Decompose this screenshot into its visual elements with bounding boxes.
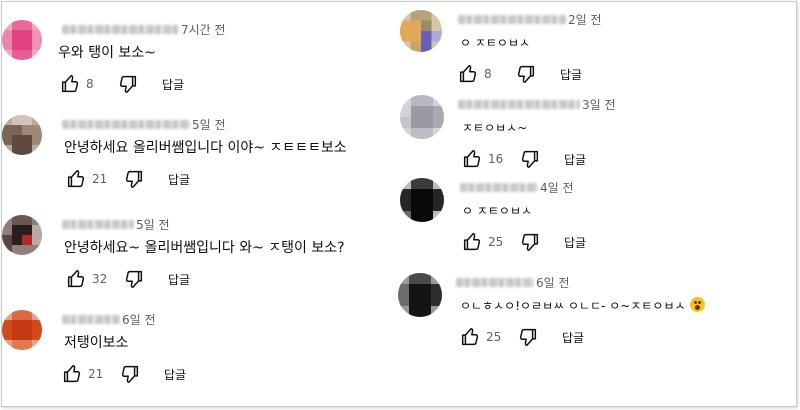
comment-timestamp[interactable]: 2일 전 — [568, 11, 602, 28]
thumbs-up-icon[interactable] — [456, 62, 480, 86]
author-name-blurred[interactable] — [62, 119, 190, 129]
reply-button[interactable]: 답글 — [562, 329, 584, 346]
author-name-blurred[interactable] — [460, 182, 538, 192]
comment-text: ㅈㅌㅇㅂㅅ~ — [462, 121, 528, 135]
comment-text: ㅇ ㅈㅌㅇㅂㅅ — [462, 204, 533, 218]
like-count: 21 — [88, 367, 104, 381]
gray-pixel-avatar[interactable] — [400, 95, 444, 139]
reply-button[interactable]: 답글 — [168, 271, 190, 288]
like-count: 16 — [488, 152, 504, 166]
brown-pixel-avatar[interactable] — [2, 115, 42, 155]
like-count: 8 — [86, 77, 94, 91]
author-name-blurred[interactable] — [456, 277, 534, 287]
author-name-blurred[interactable] — [62, 314, 120, 324]
comment-text: 우와 탱이 보소~ — [58, 45, 156, 61]
author-name-blurred[interactable] — [62, 24, 179, 34]
comment-text: 안녕하세요 올리버쌤입니다 이야~ ㅈㅌㅌㅌ보소 — [64, 140, 347, 156]
comment-timestamp[interactable]: 4일 전 — [540, 179, 574, 196]
author-name-blurred[interactable] — [458, 99, 580, 109]
thumbs-down-icon[interactable] — [122, 267, 146, 291]
thumbs-up-icon[interactable] — [64, 267, 88, 291]
comment-text-content: ㅇㄴㅎㅅㅇ!ㅇㄹㅂㅆ ㅇㄴㄷ- ㅇ~ㅈㅌㅇㅂㅅ — [460, 299, 686, 313]
comment-text: ㅇㄴㅎㅅㅇ!ㅇㄹㅂㅆ ㅇㄴㄷ- ㅇ~ㅈㅌㅇㅂㅅ — [460, 296, 799, 316]
thumbs-up-icon[interactable] — [460, 230, 484, 254]
comment-timestamp[interactable]: 7시간 전 — [181, 21, 226, 38]
like-count: 25 — [488, 235, 504, 249]
reply-button[interactable]: 답글 — [564, 151, 586, 168]
reply-button[interactable]: 답글 — [164, 366, 186, 383]
thumbs-down-icon[interactable] — [518, 230, 542, 254]
like-count: 32 — [92, 272, 108, 286]
thumbs-down-icon[interactable] — [118, 362, 142, 386]
thumbs-down-icon[interactable] — [516, 325, 540, 349]
reply-button[interactable]: 답글 — [162, 76, 184, 93]
thumbs-up-icon[interactable] — [458, 325, 482, 349]
comment-timestamp[interactable]: 6일 전 — [122, 311, 156, 328]
surprised-face-emoji — [689, 297, 705, 312]
author-name-blurred[interactable] — [62, 219, 134, 229]
comment-text: 안녕하세요~ 올리버쌤입니다 와~ ㅈ탱이 보소? — [64, 240, 345, 256]
reply-button[interactable]: 답글 — [168, 171, 190, 188]
comment-timestamp[interactable]: 5일 전 — [136, 216, 170, 233]
thumbs-down-icon[interactable] — [518, 147, 542, 171]
thumbs-up-icon[interactable] — [460, 147, 484, 171]
thumbs-down-icon[interactable] — [514, 62, 538, 86]
thumbs-up-icon[interactable] — [58, 72, 82, 96]
dark-pixel-avatar[interactable] — [2, 215, 42, 255]
like-count: 21 — [92, 172, 108, 186]
thumbs-down-icon[interactable] — [122, 167, 146, 191]
thumbs-down-icon[interactable] — [116, 72, 140, 96]
pink-pixel-avatar[interactable] — [2, 20, 42, 60]
comment-text: ㅇ ㅈㅌㅇㅂㅅ — [460, 36, 531, 50]
tan-purple-pixel-avatar[interactable] — [400, 10, 442, 52]
comment-timestamp[interactable]: 5일 전 — [192, 116, 226, 133]
reply-button[interactable]: 답글 — [564, 234, 586, 251]
orange-pixel-avatar[interactable] — [2, 310, 42, 350]
black-pixel-avatar[interactable] — [400, 178, 444, 222]
comment-timestamp[interactable]: 3일 전 — [582, 96, 616, 113]
comment-text: 저탱이보소 — [64, 335, 129, 351]
like-count: 25 — [486, 330, 502, 344]
black-gray-pixel-avatar[interactable] — [398, 273, 442, 317]
thumbs-up-icon[interactable] — [60, 362, 84, 386]
thumbs-up-icon[interactable] — [64, 167, 88, 191]
like-count: 8 — [484, 67, 492, 81]
reply-button[interactable]: 답글 — [560, 66, 582, 83]
author-name-blurred[interactable] — [458, 14, 566, 24]
comment-timestamp[interactable]: 6일 전 — [536, 274, 570, 291]
